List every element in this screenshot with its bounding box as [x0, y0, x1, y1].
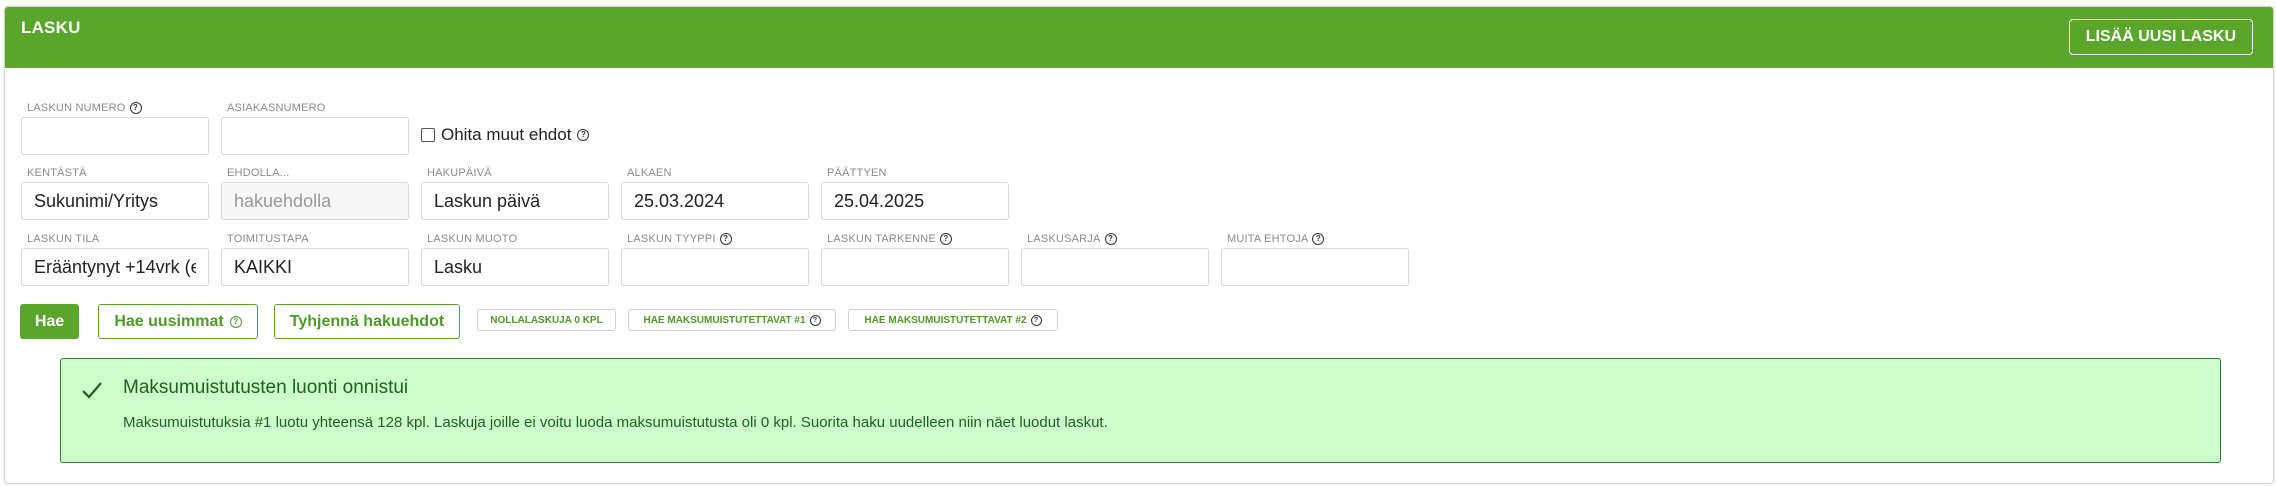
invoice-status-label: LASKUN TILA	[27, 233, 100, 245]
invoice-specifier-label: LASKUN TARKENNE ?	[827, 233, 952, 245]
invoice-number-field: LASKUN NUMERO ?	[21, 102, 209, 156]
condition-label: EHDOLLA...	[227, 167, 290, 179]
delivery-method-input[interactable]	[221, 248, 409, 286]
other-conditions-label: MUITA EHTOJA ?	[1227, 233, 1325, 245]
customer-number-field: ASIAKASNUMERO	[221, 102, 409, 156]
search-latest-button[interactable]: Hae uusimmat ?	[98, 304, 258, 339]
zero-invoices-button[interactable]: NOLLALASKUJA 0 KPL	[477, 309, 616, 331]
alert-title: Maksumuistutusten luonti onnistui	[123, 377, 409, 398]
search-date-input[interactable]	[421, 182, 609, 220]
search-field-select: KENTÄSTÄ	[21, 167, 209, 221]
help-icon[interactable]: ?	[1312, 233, 1325, 245]
help-icon[interactable]: ?	[809, 314, 821, 326]
page-title: LASKU	[21, 18, 81, 37]
skip-other-conditions-label: Ohita muut ehdot	[441, 125, 572, 144]
help-icon[interactable]: ?	[939, 233, 952, 245]
other-conditions-field: MUITA EHTOJA ?	[1221, 233, 1409, 287]
help-icon[interactable]: ?	[1030, 314, 1042, 326]
invoice-type-field: LASKUN TYYPPI ?	[621, 233, 809, 287]
skip-other-conditions[interactable]: Ohita muut ehdot ?	[421, 125, 590, 145]
success-alert: Maksumuistutusten luonti onnistui Maksum…	[60, 358, 2221, 463]
add-new-invoice-button[interactable]: LISÄÄ UUSI LASKU	[2068, 19, 2253, 55]
fetch-reminders-2-button[interactable]: HAE MAKSUMUISTUTETTAVAT #2 ?	[848, 309, 1058, 331]
search-date-label: HAKUPÄIVÄ	[427, 167, 492, 179]
search-date-field: HAKUPÄIVÄ	[421, 167, 609, 221]
delivery-method-label: TOIMITUSTAPA	[227, 233, 309, 245]
search-latest-label: Hae uusimmat	[114, 312, 224, 330]
clear-conditions-button[interactable]: Tyhjennä hakuehdot	[274, 304, 460, 339]
panel-header: LASKU LISÄÄ UUSI LASKU	[5, 7, 2273, 68]
invoice-specifier-field: LASKUN TARKENNE ?	[821, 233, 1009, 287]
customer-number-label: ASIAKASNUMERO	[227, 102, 326, 114]
help-icon[interactable]: ?	[719, 233, 732, 245]
help-icon[interactable]: ?	[129, 102, 142, 114]
delivery-method-field: TOIMITUSTAPA	[221, 233, 409, 287]
invoice-series-field: LASKUSARJA ?	[1021, 233, 1209, 287]
help-icon[interactable]: ?	[229, 315, 242, 328]
help-icon[interactable]: ?	[1104, 233, 1117, 245]
invoice-type-input[interactable]	[621, 248, 809, 286]
search-button[interactable]: Hae	[20, 304, 79, 339]
clear-conditions-label: Tyhjennä hakuehdot	[289, 312, 445, 330]
invoice-format-input[interactable]	[421, 248, 609, 286]
fetch-reminders-1-button[interactable]: HAE MAKSUMUISTUTETTAVAT #1 ?	[628, 309, 836, 331]
invoice-format-field: LASKUN MUOTO	[421, 233, 609, 287]
customer-number-input[interactable]	[221, 117, 409, 155]
start-date-label: ALKAEN	[627, 167, 672, 179]
invoice-series-input[interactable]	[1021, 248, 1209, 286]
alert-text: Maksumuistutuksia #1 luotu yhteensä 128 …	[123, 414, 1108, 431]
invoice-series-label: LASKUSARJA ?	[1027, 233, 1117, 245]
invoice-specifier-input[interactable]	[821, 248, 1009, 286]
zero-invoices-label: NOLLALASKUJA 0 KPL	[490, 314, 603, 326]
start-date-input[interactable]	[621, 182, 809, 220]
invoice-status-field: LASKUN TILA	[21, 233, 209, 287]
other-conditions-input[interactable]	[1221, 248, 1409, 286]
end-date-field: PÄÄTTYEN	[821, 167, 1009, 221]
invoice-type-label: LASKUN TYYPPI ?	[627, 233, 732, 245]
invoice-status-input[interactable]	[21, 248, 209, 286]
fetch-reminders-1-label: HAE MAKSUMUISTUTETTAVAT #1	[643, 314, 806, 326]
condition-field: EHDOLLA...	[221, 167, 409, 221]
search-field-input[interactable]	[21, 182, 209, 220]
skip-other-conditions-checkbox[interactable]	[421, 128, 435, 142]
invoice-number-label: LASKUN NUMERO ?	[27, 102, 142, 114]
check-icon	[82, 382, 102, 399]
end-date-label: PÄÄTTYEN	[827, 167, 887, 179]
search-field-label: KENTÄSTÄ	[27, 167, 87, 179]
invoice-format-label: LASKUN MUOTO	[427, 233, 518, 245]
end-date-input[interactable]	[821, 182, 1009, 220]
condition-input[interactable]	[221, 182, 409, 220]
invoice-number-input[interactable]	[21, 117, 209, 155]
invoice-panel: LASKU LISÄÄ UUSI LASKU LASKUN NUMERO ? A…	[4, 6, 2274, 484]
start-date-field: ALKAEN	[621, 167, 809, 221]
help-icon[interactable]: ?	[577, 129, 590, 141]
fetch-reminders-2-label: HAE MAKSUMUISTUTETTAVAT #2	[864, 314, 1027, 326]
